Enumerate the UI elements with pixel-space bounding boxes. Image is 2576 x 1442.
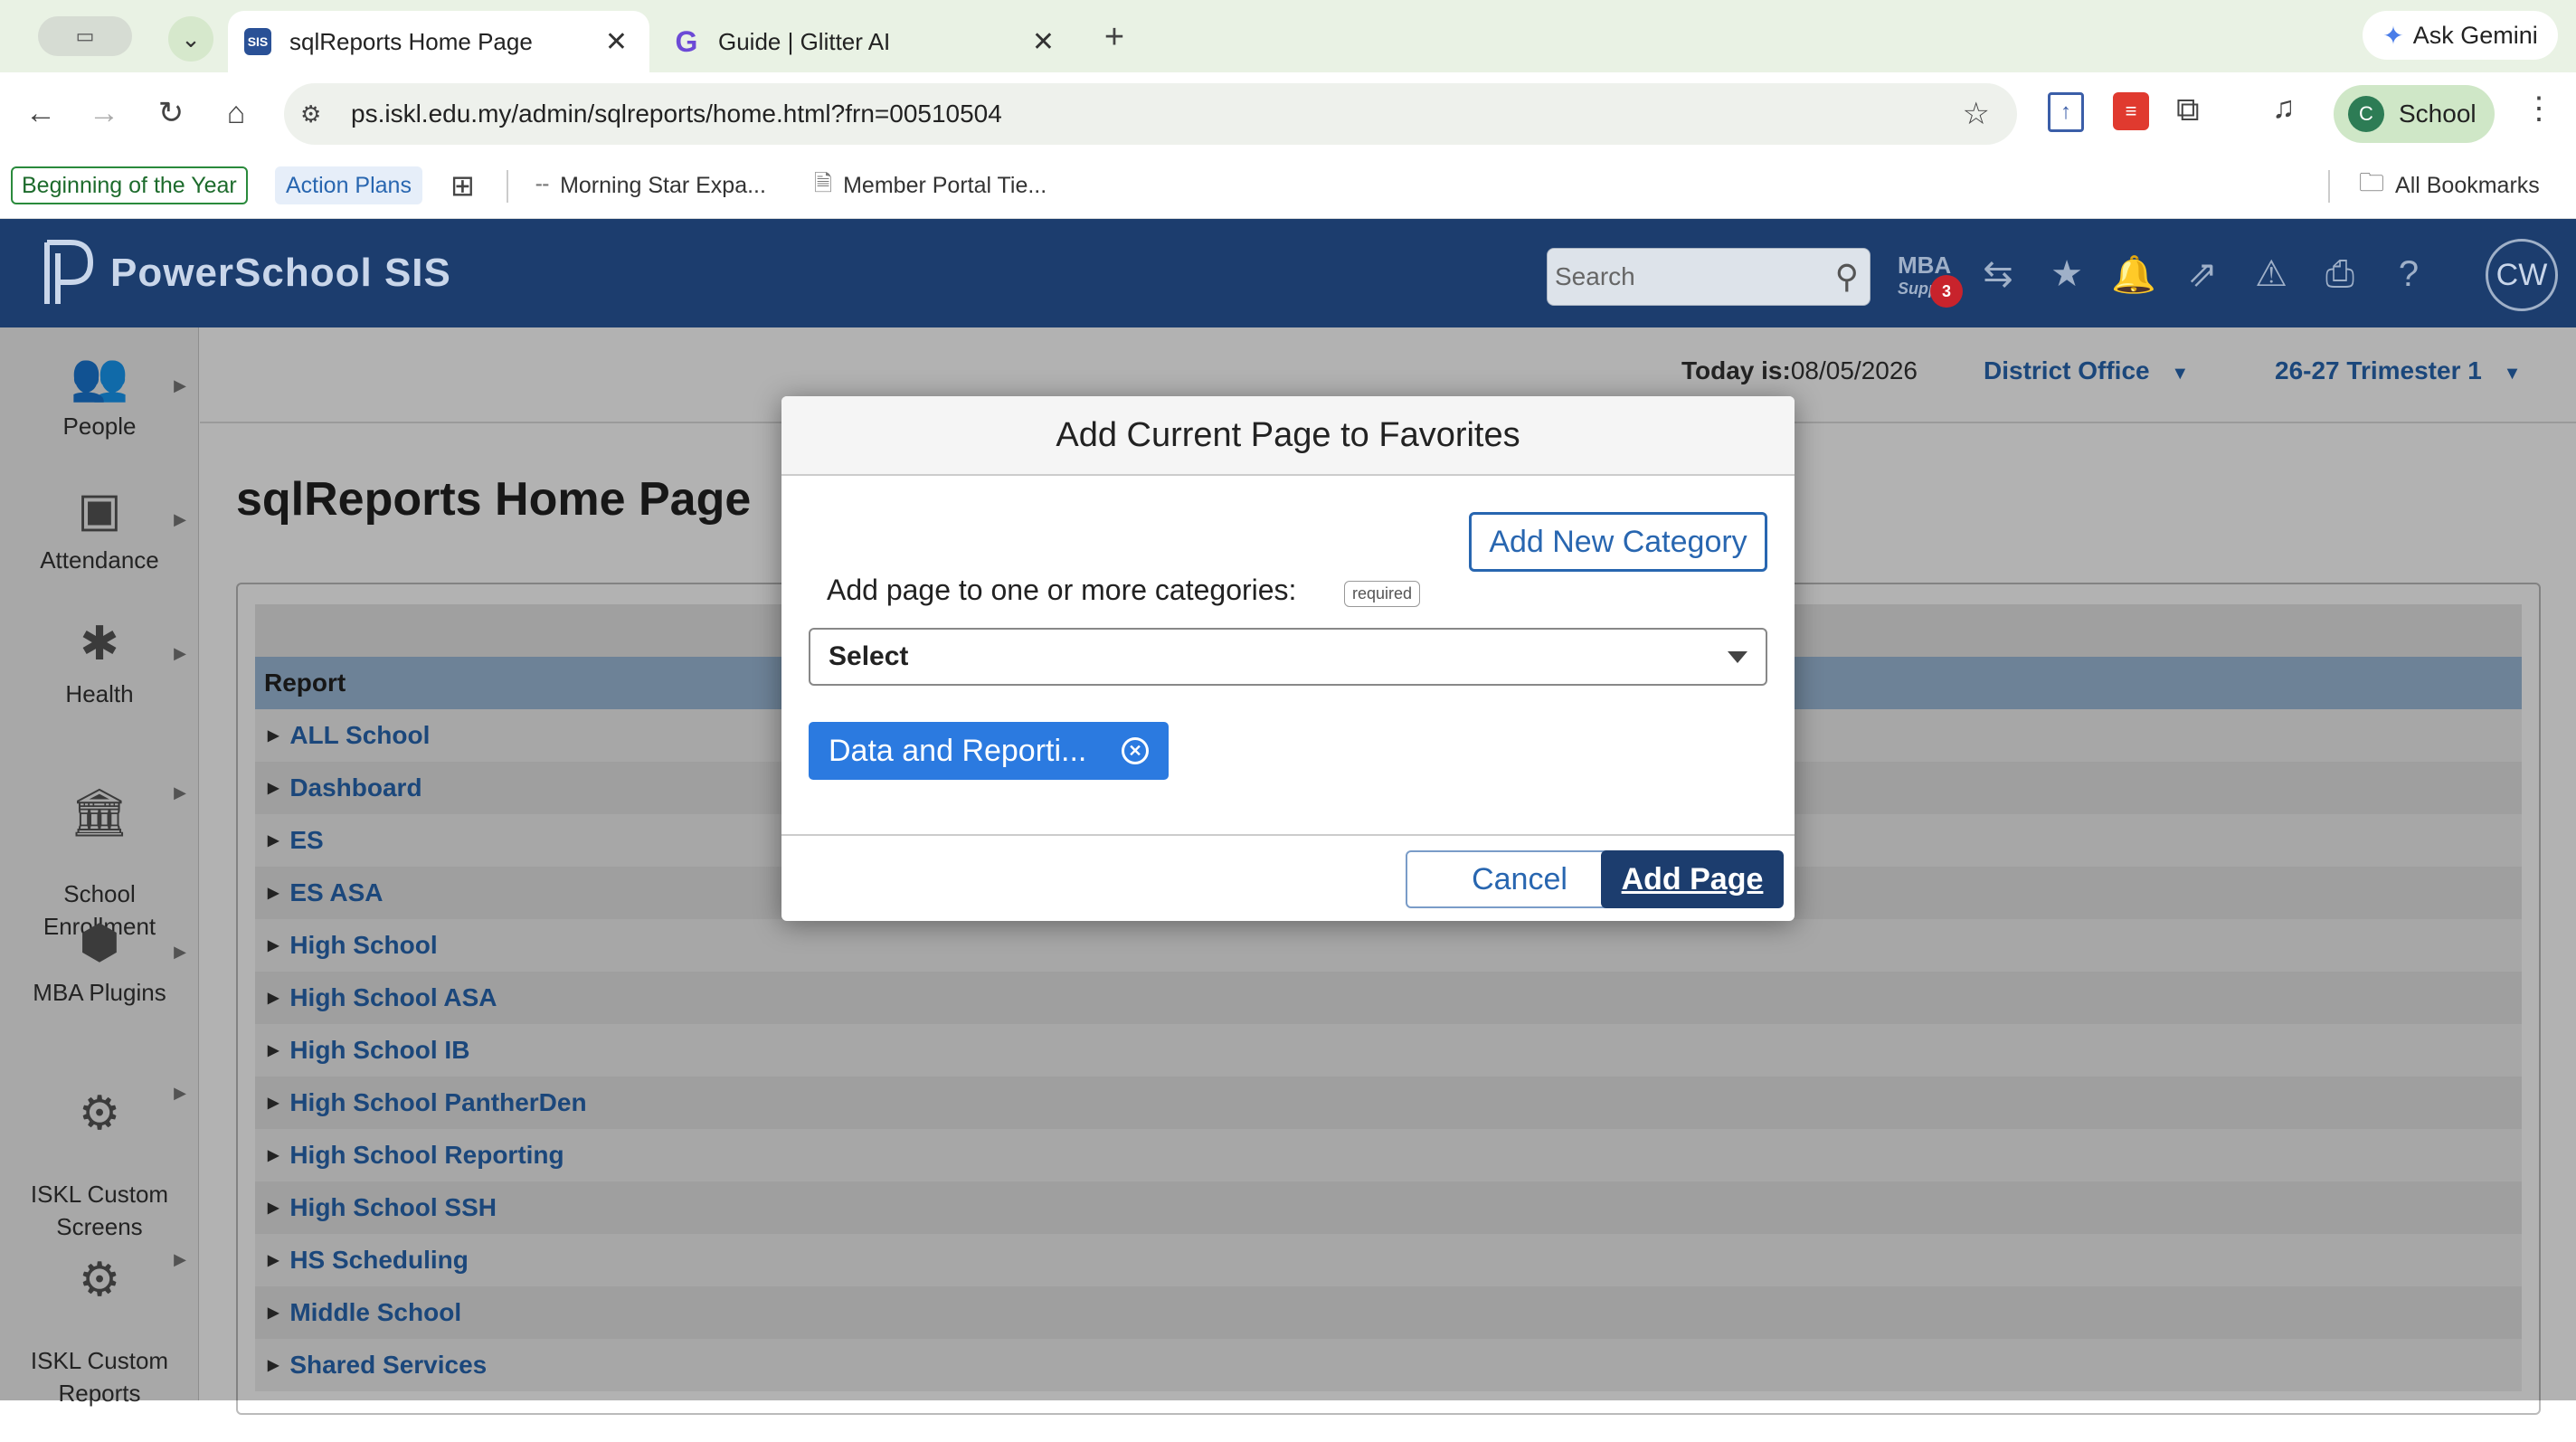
bookmark-beginning-of-year[interactable]: Beginning of the Year xyxy=(11,166,248,204)
bookmark-divider xyxy=(507,170,508,203)
menu-dots-icon[interactable]: ⋮ xyxy=(2524,90,2554,127)
chip-label: Data and Reporti... xyxy=(829,733,1087,768)
url-text: ps.iskl.edu.my/admin/sqlreports/home.htm… xyxy=(351,100,1002,128)
favorites-star-icon[interactable]: ★ xyxy=(2044,251,2089,297)
chevron-down-icon: ⌄ xyxy=(181,24,201,52)
user-avatar[interactable]: CW xyxy=(2486,239,2558,311)
bell-icon[interactable]: 🔔 xyxy=(2111,251,2156,297)
tab-sqlreports[interactable]: SIS sqlReports Home Page ✕ xyxy=(228,11,649,72)
warning-icon[interactable]: ⚠ xyxy=(2249,251,2294,297)
window-icon: ▭ xyxy=(75,24,95,47)
add-favorite-dialog: Add Current Page to Favorites Add New Ca… xyxy=(781,396,1795,921)
folder-icon: 🗀 xyxy=(2359,168,2385,196)
all-bookmarks-label: All Bookmarks xyxy=(2395,172,2540,198)
dialog-footer-divider xyxy=(781,834,1795,836)
extension-todoist-icon[interactable]: ≡ xyxy=(2113,92,2149,130)
powerschool-logo[interactable]: PowerSchool SIS xyxy=(40,239,451,308)
category-prompt: Add page to one or more categories: xyxy=(827,574,1297,606)
help-icon[interactable]: ? xyxy=(2386,251,2431,297)
profile-label: School xyxy=(2399,100,2477,128)
address-bar[interactable]: ⚙ ps.iskl.edu.my/admin/sqlreports/home.h… xyxy=(284,83,2017,145)
notification-badge: 3 xyxy=(1930,275,1963,308)
add-page-button[interactable]: Add Page xyxy=(1601,850,1784,908)
global-search-input[interactable]: Search ⚲ xyxy=(1547,248,1870,306)
tab-title: sqlReports Home Page xyxy=(289,27,533,55)
reload-icon[interactable]: ↻ xyxy=(150,92,192,134)
close-tab-icon[interactable]: ✕ xyxy=(1032,26,1055,58)
sis-favicon-icon: SIS xyxy=(244,28,271,55)
plus-icon: + xyxy=(1103,17,1125,56)
home-icon[interactable]: ⌂ xyxy=(215,92,257,134)
address-row: ← → ↻ ⌂ ⚙ ps.iskl.edu.my/admin/sqlreport… xyxy=(0,72,2576,154)
powerschool-p-icon xyxy=(44,240,94,304)
gemini-sparkle-icon: ✦ xyxy=(2382,21,2404,50)
doc-favicon-icon: 🗎 xyxy=(814,170,833,196)
media-control-icon[interactable]: ♫ xyxy=(2272,90,2296,126)
bookmarks-bar: Beginning of the Year Action Plans ⊞ ╌ M… xyxy=(0,154,2576,219)
extensions-puzzle-icon[interactable]: ⧉ xyxy=(2176,90,2200,129)
back-icon[interactable]: ← xyxy=(20,92,62,134)
tab-title: Guide | Glitter AI xyxy=(718,27,891,55)
bookmark-action-plans[interactable]: Action Plans xyxy=(275,166,422,204)
ask-gemini-label: Ask Gemini xyxy=(2412,21,2538,49)
swap-icon[interactable]: ⇆ xyxy=(1975,251,2021,297)
required-badge: required xyxy=(1344,581,1421,607)
forward-icon[interactable]: → xyxy=(83,92,125,134)
extension-upload-icon[interactable]: ↑ xyxy=(2048,92,2084,132)
apps-grid-icon[interactable]: ⊞ xyxy=(450,166,475,204)
bookmark-morning-star[interactable]: ╌ Morning Star Expa... xyxy=(535,166,766,204)
all-bookmarks-button[interactable]: 🗀 All Bookmarks xyxy=(2359,166,2540,204)
external-link-icon[interactable]: ⇗ xyxy=(2180,251,2225,297)
profile-button[interactable]: C School xyxy=(2334,85,2495,143)
tab-search-button[interactable]: ⌄ xyxy=(168,16,213,62)
profile-avatar: C xyxy=(2348,96,2384,132)
app-header: PowerSchool SIS Search ⚲ MBA Supp 3 ⇆ ★ … xyxy=(0,219,2576,327)
bookmark-label: Member Portal Tie... xyxy=(843,172,1047,198)
new-tab-button[interactable]: + xyxy=(1096,14,1132,60)
browser-chrome: ▭ ⌄ SIS sqlReports Home Page ✕ G Guide |… xyxy=(0,0,2576,219)
remove-chip-icon[interactable]: ✕ xyxy=(1122,737,1149,764)
bookmark-label: Morning Star Expa... xyxy=(560,172,766,198)
bookmark-divider xyxy=(2328,170,2330,203)
dialog-title: Add Current Page to Favorites xyxy=(781,396,1795,476)
glitter-favicon-icon: G xyxy=(675,24,698,58)
dash-favicon-icon: ╌ xyxy=(535,173,550,198)
cancel-button[interactable]: Cancel xyxy=(1406,850,1634,908)
add-new-category-button[interactable]: Add New Category xyxy=(1469,512,1767,572)
brand-name: PowerSchool SIS xyxy=(110,251,451,295)
bookmark-member-portal[interactable]: 🗎 Member Portal Tie... xyxy=(814,166,1046,204)
selected-category-chip: Data and Reporti... ✕ xyxy=(809,722,1169,780)
category-select[interactable]: Select xyxy=(809,628,1767,686)
search-placeholder: Search xyxy=(1555,262,1635,290)
print-icon[interactable]: ⎙ xyxy=(2317,251,2363,297)
bookmark-star-icon[interactable]: ☆ xyxy=(1963,96,1990,132)
close-tab-icon[interactable]: ✕ xyxy=(605,26,628,58)
ask-gemini-button[interactable]: ✦ Ask Gemini xyxy=(2363,11,2558,60)
category-select-value: Select xyxy=(829,641,909,671)
search-icon[interactable]: ⚲ xyxy=(1835,258,1859,296)
tab-glitter[interactable]: G Guide | Glitter AI ✕ xyxy=(657,11,1076,72)
mba-support-button[interactable]: MBA Supp 3 xyxy=(1898,251,1963,308)
site-info-icon[interactable]: ⚙ xyxy=(300,100,321,128)
caret-down-icon xyxy=(1728,651,1747,663)
tab-bar: ▭ ⌄ SIS sqlReports Home Page ✕ G Guide |… xyxy=(0,0,2576,72)
profile-switcher[interactable]: ▭ xyxy=(38,16,132,56)
